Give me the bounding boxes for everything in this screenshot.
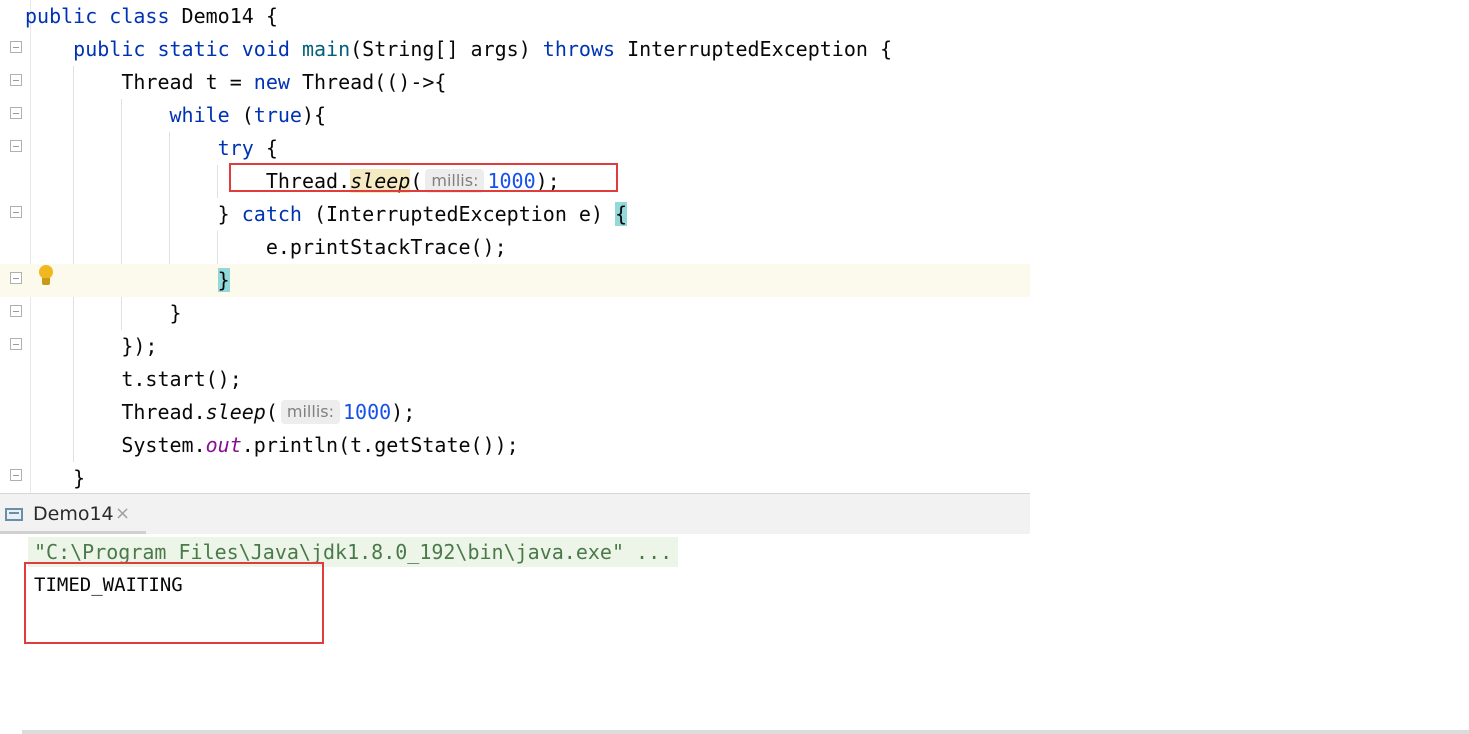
run-tool-window-header: Demo14 × <box>0 493 1030 534</box>
code-token: } <box>25 202 242 226</box>
horizontal-scrollbar[interactable] <box>22 730 1469 734</box>
code-token: public class <box>25 4 182 28</box>
code-token: throws <box>542 37 628 61</box>
code-line[interactable]: } <box>0 462 1030 495</box>
code-token: Thread. <box>25 400 206 424</box>
code-token: } <box>217 268 230 292</box>
code-token: while <box>169 103 242 127</box>
code-line-text: while (true){ <box>25 99 327 132</box>
code-token: (String[] args) <box>350 37 543 61</box>
code-line-text: } <box>25 264 230 297</box>
code-line[interactable]: System.out.println(t.getState()); <box>0 429 1030 462</box>
code-token: Demo14 { <box>181 4 278 28</box>
code-token: Thread t = <box>25 70 254 94</box>
code-token: InterruptedException { <box>627 37 892 61</box>
fold-toggle-icon[interactable] <box>10 305 22 317</box>
code-line-text: System.out.println(t.getState()); <box>25 429 519 462</box>
code-token: ){ <box>301 103 327 127</box>
code-line[interactable]: } <box>0 297 1030 330</box>
code-token: ( <box>241 103 254 127</box>
code-token: sleep <box>205 400 266 424</box>
code-token: { <box>265 136 278 160</box>
code-token: out <box>205 433 242 457</box>
code-line-text: t.start(); <box>25 363 242 396</box>
code-line[interactable]: try { <box>0 132 1030 165</box>
code-line-text: }); <box>25 330 157 363</box>
code-token: .println(t.getState()); <box>241 433 519 457</box>
console-output[interactable]: "C:\Program Files\Java\jdk1.8.0_192\bin\… <box>0 534 1469 730</box>
close-icon[interactable]: × <box>115 502 130 526</box>
code-token: System. <box>25 433 206 457</box>
code-token: new <box>253 70 302 94</box>
code-line[interactable]: } catch (InterruptedException e) { <box>0 198 1030 231</box>
code-line[interactable]: t.start(); <box>0 363 1030 396</box>
fold-toggle-icon[interactable] <box>10 107 22 119</box>
code-token: { <box>615 202 628 226</box>
fold-toggle-icon[interactable] <box>10 140 22 152</box>
code-token: t.start(); <box>25 367 242 391</box>
code-line-text: public static void main(String[] args) t… <box>25 33 892 66</box>
fold-toggle-icon[interactable] <box>10 206 22 218</box>
code-line[interactable]: Thread.sleep(millis: 1000); <box>0 396 1030 429</box>
annotation-box-sleep-call <box>229 163 618 192</box>
code-line[interactable]: public class Demo14 { <box>0 0 1030 33</box>
run-tab-label: Demo14 <box>33 503 114 525</box>
intention-bulb-icon[interactable] <box>39 265 53 287</box>
run-tab[interactable]: Demo14 × <box>0 494 146 534</box>
code-token: Thread(()->{ <box>301 70 447 94</box>
fold-toggle-icon[interactable] <box>10 74 22 86</box>
code-editor[interactable]: public class Demo14 { public static void… <box>0 0 1030 493</box>
fold-toggle-icon[interactable] <box>10 469 22 481</box>
code-line-text: Thread.sleep(millis: 1000); <box>25 396 415 429</box>
code-token: } <box>25 466 86 490</box>
parameter-hint: millis: <box>280 400 340 424</box>
code-line-text: public class Demo14 { <box>25 0 278 33</box>
code-line-text: } catch (InterruptedException e) { <box>25 198 628 231</box>
code-line[interactable]: Thread t = new Thread(()->{ <box>0 66 1030 99</box>
code-token: } <box>25 301 182 325</box>
code-token: main <box>301 37 351 61</box>
code-line[interactable]: while (true){ <box>0 99 1030 132</box>
fold-toggle-icon[interactable] <box>10 41 22 53</box>
code-line-text: e.printStackTrace(); <box>25 231 507 264</box>
code-line[interactable]: }); <box>0 330 1030 363</box>
code-token: (InterruptedException e) <box>314 202 616 226</box>
code-token: catch <box>241 202 314 226</box>
code-line-text: } <box>25 297 182 330</box>
code-token: try <box>217 136 266 160</box>
code-token: ); <box>391 400 416 424</box>
annotation-box-output <box>24 562 324 644</box>
fold-toggle-icon[interactable] <box>10 272 22 284</box>
code-line[interactable]: e.printStackTrace(); <box>0 231 1030 264</box>
code-line-text: Thread t = new Thread(()->{ <box>25 66 446 99</box>
code-line-text: } <box>25 462 85 495</box>
code-token: e.printStackTrace(); <box>25 235 507 259</box>
code-line-text: try { <box>25 132 278 165</box>
code-token: ( <box>265 400 278 424</box>
code-token: true <box>253 103 302 127</box>
console-icon <box>5 508 23 521</box>
code-token: public static void <box>73 37 302 61</box>
code-line[interactable]: public static void main(String[] args) t… <box>0 33 1030 66</box>
code-token: 1000 <box>342 400 392 424</box>
code-token: }); <box>25 334 158 358</box>
fold-toggle-icon[interactable] <box>10 338 22 350</box>
code-line[interactable]: } <box>0 264 1030 297</box>
